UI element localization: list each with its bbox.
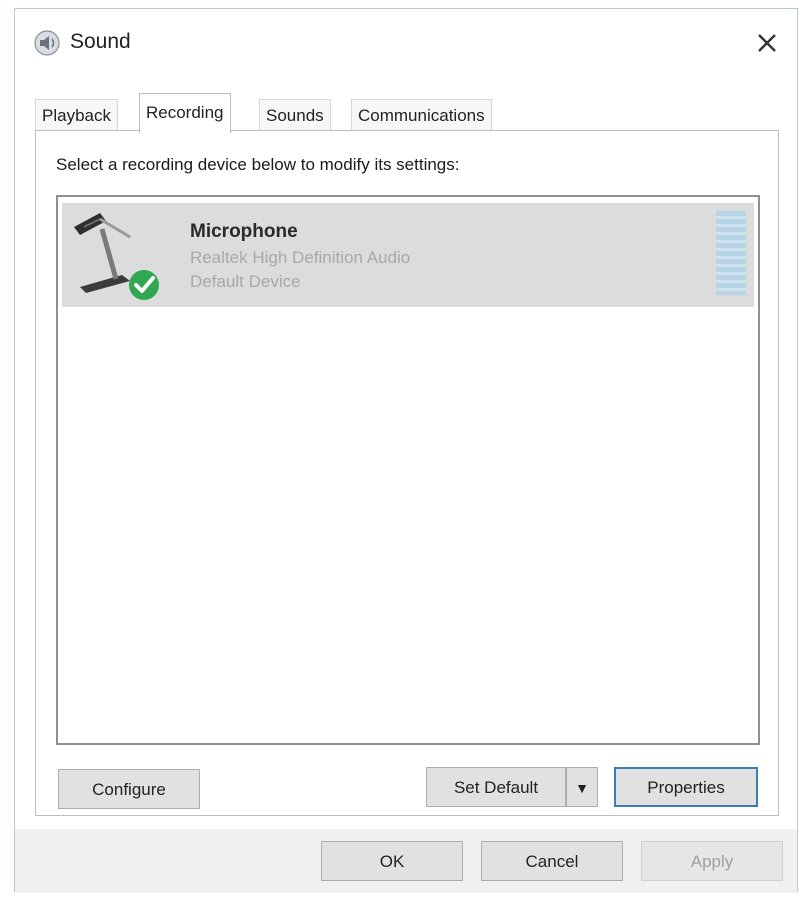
set-default-dropdown-button[interactable]: ▼ — [566, 767, 598, 807]
list-item-microphone[interactable]: Microphone Realtek High Definition Audio… — [62, 203, 754, 307]
recording-panel: Select a recording device below to modif… — [35, 130, 779, 816]
set-default-button[interactable]: Set Default — [426, 767, 566, 807]
device-list[interactable]: Microphone Realtek High Definition Audio… — [56, 195, 760, 745]
device-description: Realtek High Definition Audio — [190, 248, 411, 267]
properties-button[interactable]: Properties — [614, 767, 758, 807]
ok-button[interactable]: OK — [321, 841, 463, 881]
title-bar: Sound — [15, 9, 797, 75]
device-status: Default Device — [190, 272, 301, 291]
chevron-down-icon: ▼ — [575, 780, 589, 796]
instruction-text: Select a recording device below to modif… — [56, 155, 460, 174]
window-title: Sound — [70, 30, 131, 53]
tab-playback[interactable]: Playback — [35, 99, 118, 131]
sound-dialog: Sound Playback Recording Sounds Communic… — [14, 8, 798, 893]
tab-communications[interactable]: Communications — [351, 99, 492, 131]
tab-strip: Playback Recording Sounds Communications — [35, 93, 779, 133]
microphone-icon — [74, 213, 159, 300]
close-icon[interactable] — [747, 23, 787, 63]
configure-button[interactable]: Configure — [58, 769, 200, 809]
default-check-icon — [129, 270, 159, 300]
level-meter — [716, 211, 746, 295]
device-name: Microphone — [190, 221, 298, 242]
apply-button[interactable]: Apply — [641, 841, 783, 881]
tab-sounds[interactable]: Sounds — [259, 99, 331, 131]
speaker-icon — [34, 30, 60, 56]
tab-recording[interactable]: Recording — [139, 93, 231, 133]
cancel-button[interactable]: Cancel — [481, 841, 623, 881]
dialog-footer: OK Cancel Apply — [15, 829, 797, 893]
